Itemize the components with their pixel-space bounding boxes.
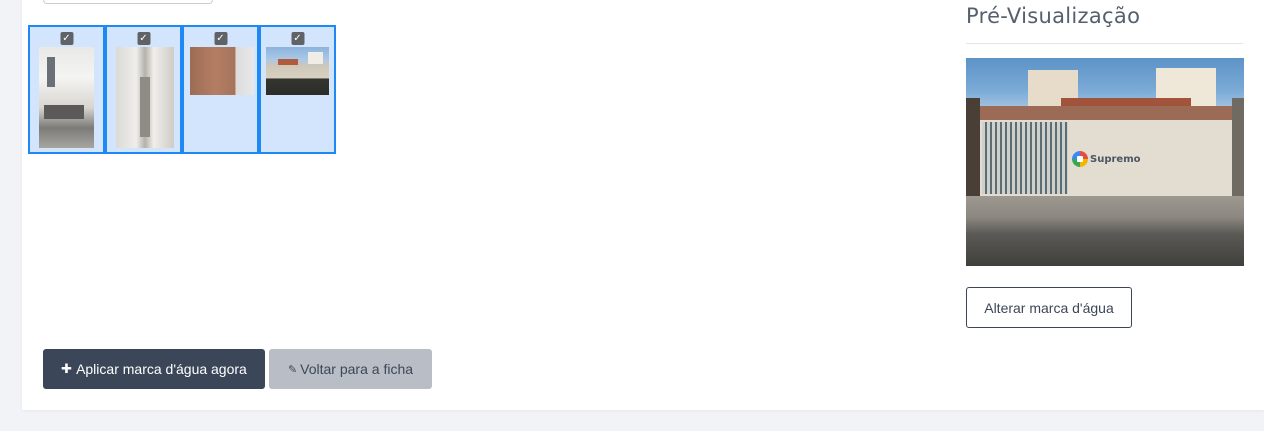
thumbnail-image [116,47,174,148]
watermark-overlay: Supremo [1072,151,1140,167]
gallery-thumbnail[interactable]: ✓ [182,25,259,154]
checkbox-checked-icon[interactable]: ✓ [137,32,150,45]
divider [966,43,1243,44]
apply-watermark-label: Aplicar marca d'água agora [76,361,247,377]
thumbnail-image [266,47,329,95]
thumbnail-image [190,47,254,95]
checkbox-checked-icon[interactable]: ✓ [60,32,73,45]
watermark-logo-icon [1072,151,1088,167]
checkbox-checked-icon[interactable]: ✓ [214,32,227,45]
plus-icon: ✚ [61,361,73,377]
paperclip-icon: ✎ [287,362,298,376]
apply-watermark-button[interactable]: ✚ Aplicar marca d'água agora [43,349,265,389]
gallery-thumbnail[interactable]: ✓ [28,25,105,154]
preview-title: Pré-Visualização [966,4,1141,28]
back-to-record-button[interactable]: ✎ Voltar para a ficha [269,349,432,389]
photo-gallery: ✓ ✓ ✓ ✓ [28,25,336,154]
top-control-fragment[interactable] [43,0,213,4]
checkbox-checked-icon[interactable]: ✓ [291,32,304,45]
thumbnail-image [39,47,94,148]
change-watermark-button[interactable]: Alterar marca d'água [966,287,1132,328]
gallery-thumbnail[interactable]: ✓ [105,25,182,154]
gallery-thumbnail[interactable]: ✓ [259,25,336,154]
watermark-preview-image: Supremo [966,58,1244,266]
watermark-text: Supremo [1090,153,1141,165]
back-to-record-label: Voltar para a ficha [300,361,414,377]
